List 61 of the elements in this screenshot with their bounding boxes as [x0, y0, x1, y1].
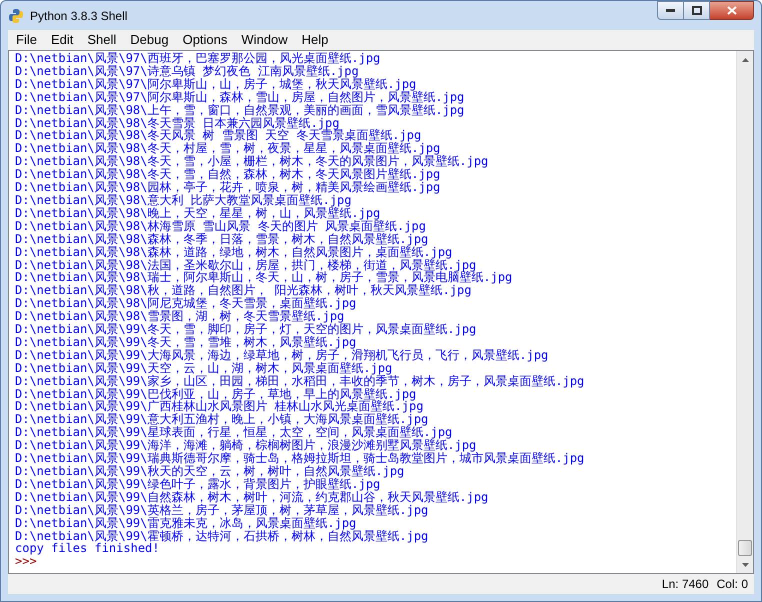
output-line: copy files finished!: [15, 542, 160, 556]
output-line: D:\netbian\风景\98\雪景图，湖，树，冬天雪景壁纸.jpg: [15, 310, 344, 324]
output-line: D:\netbian\风景\99\广西桂林山水风景图片 桂林山水风光桌面壁纸.jpg: [15, 400, 424, 414]
menu-item[interactable]: Options: [176, 31, 234, 49]
output-line: D:\netbian\风景\99\冬天，雪，脚印，房子，灯，天空的图片，风景桌面壁纸.jpg: [15, 323, 476, 336]
output-line: D:\netbian\风景\98\意大利 比萨大教堂风景桌面壁纸.jpg: [15, 194, 352, 207]
output-line: D:\netbian\风景\98\上午，雪，窗口，自然景观，美丽的画面，雪风景壁纸.jpg: [15, 104, 464, 117]
scroll-thumb[interactable]: [738, 540, 752, 556]
output-line: D:\netbian\风景\97\西班牙，巴塞罗那公园，风光桌面壁纸.jpg: [15, 52, 380, 65]
output-line: D:\netbian\风景\98\冬天，村屋，雪，树，夜景，星星，风景桌面壁纸.jpg: [15, 142, 440, 156]
output-line: D:\netbian\风景\98\瑞士，阿尔卑斯山，冬天，山，树，房子，雪景，风景电脑壁纸.jpg: [15, 271, 512, 284]
output-line: D:\netbian\风景\99\星球表面，行星，恒星，太空，空间，风景桌面壁纸.jpg: [15, 426, 452, 440]
output-line: D:\netbian\风景\97\诗意乌镇 梦幻夜色 江南风景壁纸.jpg: [15, 64, 359, 78]
window-title: Python 3.8.3 Shell: [30, 8, 128, 24]
output-line: D:\netbian\风景\99\霍顿桥，达特河，石拱桥，树林，自然风景壁纸.jpg: [15, 530, 428, 542]
shell-prompt: >>>: [15, 555, 37, 568]
output-line: D:\netbian\风景\98\法国，圣米歇尔山，房屋，拱门，楼梯，街道，风景壁纸.jpg: [15, 258, 476, 272]
output-line: D:\netbian\风景\99\绿色叶子，露水，背景图片，护眼壁纸.jpg: [15, 478, 380, 491]
output-line: D:\netbian\风景\99\雷克雅未克，冰岛，风景桌面壁纸.jpg: [15, 516, 356, 530]
output-line: D:\netbian\风景\98\冬天雪景 日本兼六园风景壁纸.jpg: [15, 116, 340, 130]
output-line: D:\netbian\风景\98\晚上，天空，星星，树，山，风景壁纸.jpg: [15, 206, 380, 220]
output-line: D:\netbian\风景\98\冬天，雪，小屋，栅栏，树木，冬天的风景图片，风景壁纸.jpg: [15, 155, 488, 168]
output-line: D:\netbian\风景\97\阿尔卑斯山，森林，雪山，房屋，自然图片，风景壁纸.jpg: [15, 90, 464, 104]
output-line: D:\netbian\风景\98\冬天，雪，自然，森林，树木，冬天风景图片壁纸.jpg: [15, 168, 440, 182]
output-line: D:\netbian\风景\98\园林，亭子，花卉，喷泉，树，精美风景绘画壁纸.jpg: [15, 181, 440, 194]
output-line: D:\netbian\风景\99\巴伐利亚，山，房子，草地，早上的风景壁纸.jpg: [15, 388, 416, 400]
output-line: D:\netbian\风景\98\森林，道路，绿地，树木，自然风景图片，桌面壁纸.jpg: [15, 246, 452, 258]
python-icon: [8, 8, 24, 24]
output-line: D:\netbian\风景\99\瑞典斯德哥尔摩，骑士岛，格姆拉斯坦，骑士岛教堂图片，城市风景桌面壁纸.jpg: [15, 452, 584, 465]
menu-item[interactable]: Shell: [80, 31, 124, 49]
scroll-down-icon[interactable]: [742, 562, 748, 566]
menu-item[interactable]: Help: [294, 31, 336, 49]
maximize-button[interactable]: [684, 1, 710, 20]
scroll-up-icon[interactable]: [742, 58, 748, 62]
output-line: D:\netbian\风景\98\阿尼克城堡，冬天雪景，桌面壁纸.jpg: [15, 297, 356, 310]
menu-item[interactable]: Debug: [123, 31, 176, 49]
output-line: D:\netbian\风景\99\大海风景，海边，绿草地，树，房子，滑翔机飞行员，飞行，风景壁纸.jpg: [15, 348, 548, 362]
output-line: D:\netbian\风景\99\天空，云，山，湖，树木，风景桌面壁纸.jpg: [15, 362, 392, 375]
column-status: Col: 0: [716, 576, 748, 593]
output-line: D:\netbian\风景\98\森林，冬季，日落，雪景，树木，自然风景壁纸.jpg: [15, 232, 428, 246]
output-line: D:\netbian\风景\99\海洋，海滩，躺椅，棕榈树图片，浪漫沙滩别墅风景壁纸.jpg: [15, 439, 476, 452]
close-button[interactable]: [710, 1, 754, 20]
maximize-icon: [692, 6, 702, 15]
output-line: D:\netbian\风景\98\秋，道路，自然图片， 阳光森林，树叶，秋天风景壁纸.jpg: [15, 284, 472, 298]
output-line: D:\netbian\风景\98\林海雪原 雪山风景 冬天的图片 风景桌面壁纸.jpg: [15, 220, 426, 233]
output-line: D:\netbian\风景\99\秋天的天空，云，树，树叶，自然风景壁纸.jpg: [15, 465, 404, 478]
output-line: D:\netbian\风景\99\冬天，雪，雪堆，树木，风景壁纸.jpg: [15, 336, 356, 349]
menu-item[interactable]: File: [9, 31, 44, 49]
output-line: D:\netbian\风景\98\冬天风景 树 雪景图 天空 冬天雪景桌面壁纸.jpg: [15, 129, 422, 142]
menu-item[interactable]: Window: [234, 31, 295, 49]
minimize-button[interactable]: [657, 1, 684, 20]
line-number-status: Ln: 7460: [662, 576, 709, 593]
minimize-icon: [666, 9, 675, 12]
output-line: D:\netbian\风景\99\家乡，山区，田园，梯田，水稻田，丰收的季节，树木，房子，风景桌面壁纸.jpg: [15, 374, 584, 388]
output-line: D:\netbian\风景\99\意大利五渔村，晚上，小镇，大海风景桌面壁纸.jpg: [15, 413, 428, 426]
close-icon: [726, 6, 736, 15]
vertical-scrollbar[interactable]: [736, 51, 753, 573]
output-line: D:\netbian\风景\99\自然森林，树木，树叶，河流，约克郡山谷，秋天风景壁纸.jpg: [15, 490, 488, 504]
output-line: D:\netbian\风景\99\英格兰，房子，茅屋顶，树，茅草屋，风景壁纸.jpg: [15, 504, 428, 517]
output-line: D:\netbian\风景\97\阿尔卑斯山，山，房子，城堡，秋天风景壁纸.jpg: [15, 78, 416, 91]
menu-item[interactable]: Edit: [44, 31, 80, 49]
